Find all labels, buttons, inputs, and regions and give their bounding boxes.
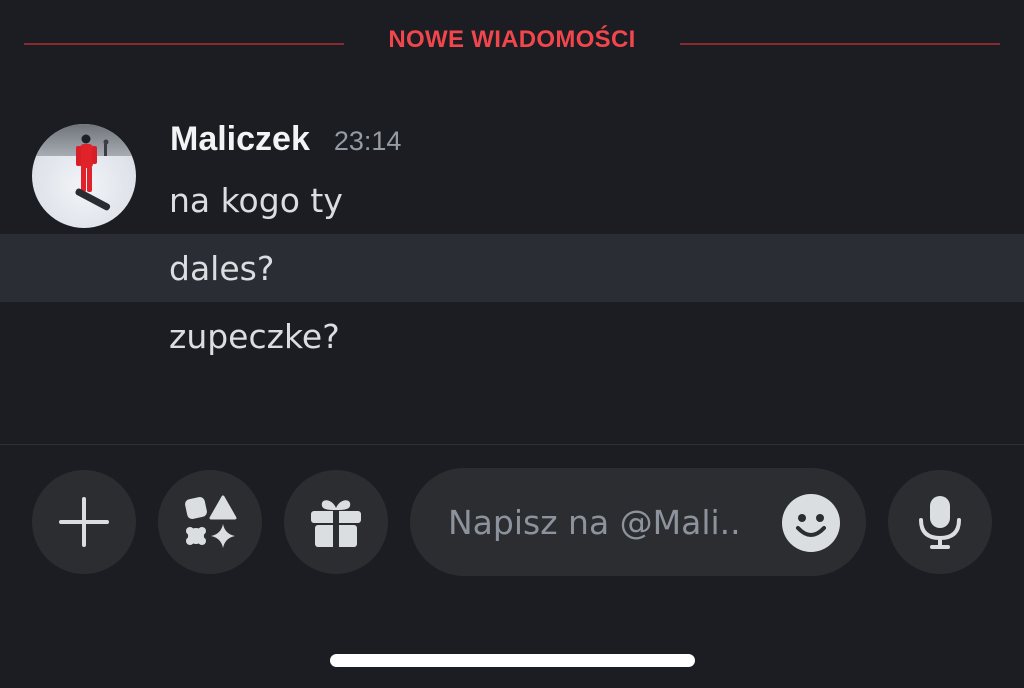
username[interactable]: Maliczek: [170, 120, 310, 159]
new-messages-label: NOWE WIADOMOŚCI: [388, 26, 636, 53]
message-input[interactable]: [448, 502, 768, 542]
plus-icon: [59, 497, 109, 547]
dm-chat-screen: NOWE WIADOMOŚCI Maliczek 23:14 na kogo t…: [0, 0, 1024, 688]
apps-button[interactable]: [158, 470, 262, 574]
home-indicator[interactable]: [330, 654, 695, 667]
microphone-icon: [919, 496, 961, 549]
message-line-highlighted[interactable]: dales?: [0, 234, 1024, 302]
voice-message-button[interactable]: [888, 470, 992, 574]
composer-separator: [0, 444, 1024, 445]
message-timestamp: 23:14: [333, 126, 402, 156]
message-line[interactable]: zupeczke?: [0, 302, 1024, 370]
emoji-icon[interactable]: [782, 494, 840, 552]
message-input-container[interactable]: [410, 468, 866, 576]
gift-button[interactable]: [284, 470, 388, 574]
divider-line-right: [680, 43, 1000, 45]
new-messages-divider: NOWE WIADOMOŚCI: [24, 22, 1000, 66]
gift-icon: [311, 500, 361, 547]
message-line[interactable]: na kogo ty: [0, 166, 1024, 234]
add-attachment-button[interactable]: [32, 470, 136, 574]
apps-icon: [185, 495, 237, 548]
message-header: Maliczek 23:14: [170, 120, 401, 164]
